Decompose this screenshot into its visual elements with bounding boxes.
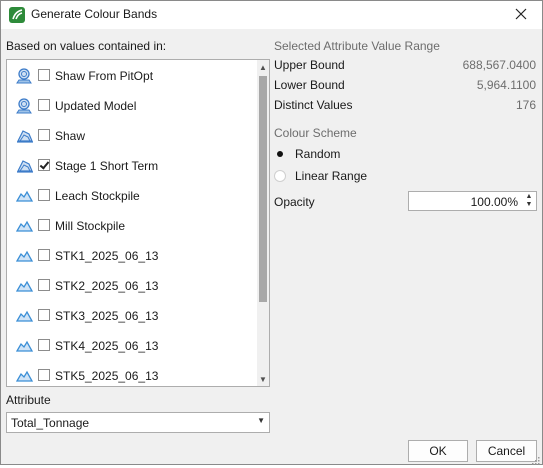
stockpile-icon xyxy=(15,218,34,234)
item-label: STK4_2025_06_13 xyxy=(55,339,159,353)
scroll-down-icon[interactable]: ▼ xyxy=(257,372,269,386)
pit-model-icon xyxy=(16,68,34,84)
list-item[interactable]: Shaw xyxy=(7,121,257,151)
item-checkbox[interactable] xyxy=(38,309,50,321)
radio-linear-range[interactable]: Linear Range xyxy=(274,169,367,183)
range-section-title: Selected Attribute Value Range xyxy=(274,39,440,53)
list-item[interactable]: STK5_2025_06_13 xyxy=(7,361,257,386)
distinct-values-value: 176 xyxy=(515,98,536,112)
attribute-select[interactable]: Total_Tonnage ▼ xyxy=(6,412,270,433)
attribute-label: Attribute xyxy=(6,393,51,407)
list-item[interactable]: Mill Stockpile xyxy=(7,211,257,241)
radio-random-label: Random xyxy=(295,147,341,161)
list-item[interactable]: STK4_2025_06_13 xyxy=(7,331,257,361)
upper-bound-value: 688,567.0400 xyxy=(462,58,536,72)
item-label: Shaw From PitOpt xyxy=(55,69,154,83)
list-item[interactable]: Shaw From PitOpt xyxy=(7,61,257,91)
item-label: Shaw xyxy=(55,129,86,143)
dialog-window: Generate Colour Bands Based on values co… xyxy=(0,0,543,465)
scroll-up-icon[interactable]: ▲ xyxy=(257,60,269,74)
list-item[interactable]: STK2_2025_06_13 xyxy=(7,271,257,301)
item-checkbox[interactable] xyxy=(38,159,50,171)
item-checkbox[interactable] xyxy=(38,219,50,231)
chevron-down-icon[interactable]: ▼ xyxy=(257,416,265,425)
opacity-label: Opacity xyxy=(274,195,315,209)
lower-bound-value: 5,964.1100 xyxy=(476,78,536,92)
pit-shell-icon xyxy=(16,128,34,144)
pit-shell-icon xyxy=(16,158,34,174)
dialog-title: Generate Colour Bands xyxy=(31,7,158,21)
list-item[interactable]: Stage 1 Short Term xyxy=(7,151,257,181)
based-on-label: Based on values contained in: xyxy=(6,39,167,53)
item-label: Stage 1 Short Term xyxy=(55,159,159,173)
item-label: STK5_2025_06_13 xyxy=(55,369,159,383)
item-checkbox[interactable] xyxy=(38,369,50,381)
stockpile-icon xyxy=(15,188,34,204)
item-checkbox[interactable] xyxy=(38,189,50,201)
app-logo-icon xyxy=(9,7,25,23)
radio-linear-indicator[interactable] xyxy=(274,170,286,182)
title-bar: Generate Colour Bands xyxy=(1,1,542,29)
colour-scheme-title: Colour Scheme xyxy=(274,126,357,140)
item-label: Mill Stockpile xyxy=(55,219,126,233)
distinct-values-label: Distinct Values xyxy=(274,98,353,112)
stockpile-icon xyxy=(15,278,34,294)
scrollbar-thumb[interactable] xyxy=(259,76,267,302)
list-scrollbar[interactable]: ▲ ▼ xyxy=(257,60,269,386)
stockpile-icon xyxy=(15,338,34,354)
opacity-value: 100.00% xyxy=(470,195,518,209)
item-checkbox[interactable] xyxy=(38,129,50,141)
item-checkbox[interactable] xyxy=(38,339,50,351)
item-checkbox[interactable] xyxy=(38,279,50,291)
close-button[interactable] xyxy=(506,3,536,27)
opacity-spinbox[interactable]: 100.00% ▲ ▼ xyxy=(408,191,537,211)
stockpile-icon xyxy=(15,308,34,324)
close-icon[interactable] xyxy=(515,8,527,23)
item-label: STK2_2025_06_13 xyxy=(55,279,159,293)
item-checkbox[interactable] xyxy=(38,249,50,261)
spin-arrows-icon[interactable]: ▲ ▼ xyxy=(522,192,536,210)
item-label: Leach Stockpile xyxy=(55,189,140,203)
item-label: Updated Model xyxy=(55,99,137,113)
item-checkbox[interactable] xyxy=(38,99,50,111)
stockpile-icon xyxy=(15,248,34,264)
pit-model-icon xyxy=(16,98,34,114)
layer-list[interactable]: Shaw From PitOpt Updated Model Shaw Stag… xyxy=(6,59,270,387)
item-checkbox[interactable] xyxy=(38,69,50,81)
radio-random[interactable]: Random xyxy=(274,147,340,161)
stockpile-icon xyxy=(15,368,34,384)
ok-button[interactable]: OK xyxy=(408,440,468,462)
lower-bound-label: Lower Bound xyxy=(274,78,345,92)
list-item[interactable]: STK3_2025_06_13 xyxy=(7,301,257,331)
upper-bound-label: Upper Bound xyxy=(274,58,345,72)
radio-linear-label: Linear Range xyxy=(295,169,368,183)
item-label: STK3_2025_06_13 xyxy=(55,309,159,323)
cancel-button[interactable]: Cancel xyxy=(476,440,537,462)
list-item[interactable]: Leach Stockpile xyxy=(7,181,257,211)
list-item[interactable]: STK1_2025_06_13 xyxy=(7,241,257,271)
list-item[interactable]: Updated Model xyxy=(7,91,257,121)
attribute-select-value: Total_Tonnage xyxy=(11,416,90,430)
item-label: STK1_2025_06_13 xyxy=(55,249,159,263)
radio-random-indicator[interactable] xyxy=(274,148,286,160)
resize-grip-icon[interactable] xyxy=(532,454,540,465)
